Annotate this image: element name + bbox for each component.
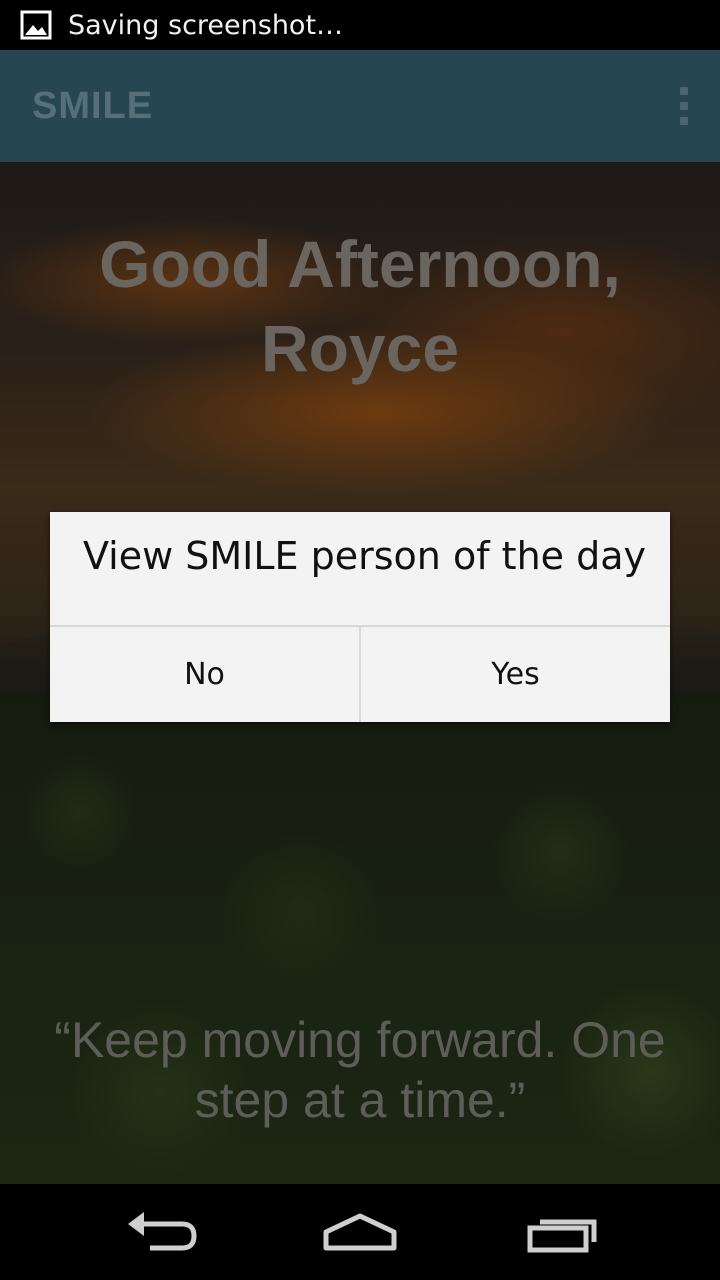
status-bar: Saving screenshot… — [0, 0, 720, 50]
recents-icon[interactable] — [522, 1202, 602, 1262]
yes-button[interactable]: Yes — [361, 627, 670, 722]
greeting-name: Royce — [260, 311, 460, 385]
overflow-dot — [680, 87, 688, 95]
action-bar: SMILE — [0, 50, 720, 162]
overflow-dot — [680, 102, 688, 110]
no-button[interactable]: No — [50, 627, 359, 722]
back-icon[interactable] — [120, 1202, 200, 1262]
greeting: Good Afternoon, Royce — [0, 222, 720, 390]
dialog-button-bar: No Yes — [50, 627, 670, 722]
navigation-bar — [0, 1184, 720, 1280]
home-icon[interactable] — [320, 1202, 400, 1262]
overflow-menu-icon[interactable] — [664, 76, 704, 136]
dialog: View SMILE person of the day No Yes — [50, 512, 670, 722]
overflow-dot — [680, 117, 688, 125]
image-icon — [20, 10, 52, 40]
greeting-line-1: Good Afternoon, — [99, 227, 621, 301]
status-text: Saving screenshot… — [68, 9, 344, 41]
app-title: SMILE — [32, 84, 154, 127]
quote-text: “Keep moving forward. One step at a time… — [54, 1012, 666, 1128]
dialog-message: View SMILE person of the day — [83, 534, 647, 578]
